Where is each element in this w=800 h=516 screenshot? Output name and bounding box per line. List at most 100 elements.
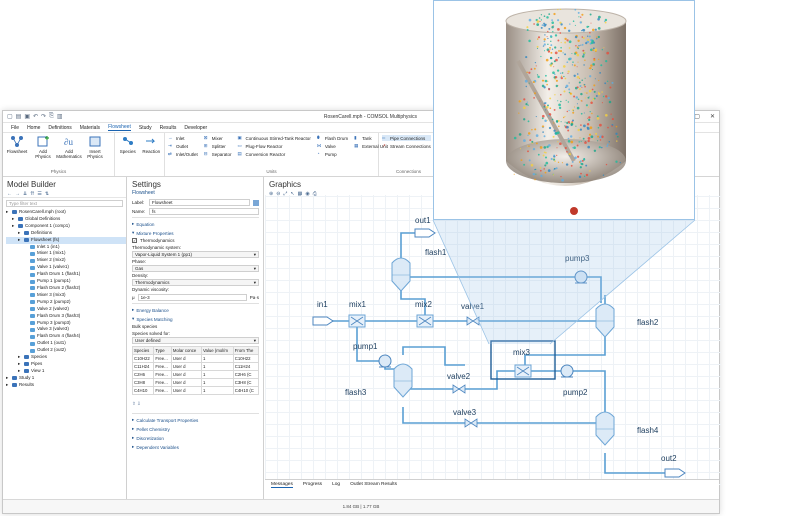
port-out1[interactable]	[414, 228, 436, 238]
table-cell[interactable]: User d	[170, 354, 202, 363]
tree-item[interactable]: Valve 1 (valve1)	[6, 264, 126, 271]
tree-expand-icon[interactable]: ▸	[18, 354, 22, 361]
table-cell[interactable]: User d	[170, 378, 202, 387]
menu-home[interactable]: Home	[27, 125, 40, 131]
tree-expand-icon[interactable]: ▸	[18, 237, 22, 244]
table-header[interactable]: Molar conce	[170, 346, 202, 355]
tree-item[interactable]: ▸ Pipes	[6, 361, 126, 368]
pump-pump3[interactable]	[574, 270, 588, 284]
flash-drum-button[interactable]: ⬮ Flash Drum	[317, 135, 348, 141]
pfr-button[interactable]: ▭ Plug-Flow Reactor	[238, 143, 311, 149]
species-button[interactable]: Species	[118, 135, 138, 154]
section-equation[interactable]: ▸ Equation	[132, 221, 259, 227]
table-cell[interactable]: 1	[200, 354, 234, 363]
tree-expand-icon[interactable]: ▸	[6, 375, 10, 382]
tree-item[interactable]: ▸ RosenCarell.mph (root)	[6, 209, 126, 216]
section-discretization[interactable]: ▸ Discretization	[132, 435, 259, 441]
tree-item[interactable]: Outlet 2 (out2)	[6, 347, 126, 354]
tree-expand-icon[interactable]: ▸	[18, 368, 22, 375]
table-header[interactable]: From The	[232, 346, 260, 355]
tree-item[interactable]: ▸ Study 1	[6, 375, 126, 382]
tree-item[interactable]: ▸ Definitions	[6, 230, 126, 237]
conversion-reactor-button[interactable]: ▤ Conversion Reactor	[238, 151, 311, 157]
tab-outlet-stream-results[interactable]: Outlet Stream Results	[350, 482, 397, 488]
table-cell[interactable]: User d	[170, 386, 202, 395]
phase-select[interactable]: Gas ▾	[132, 265, 259, 272]
table-cell[interactable]: User d	[170, 370, 202, 379]
table-cell[interactable]: Free...	[153, 354, 172, 363]
table-cell[interactable]: User d	[170, 362, 202, 371]
label-field[interactable]: Flowsheet	[149, 199, 250, 206]
table-cell[interactable]: C11H24	[232, 362, 260, 371]
table-header[interactable]: Value (mol/m	[200, 346, 234, 355]
flash-drum-flash1[interactable]	[391, 257, 411, 292]
pump-pump2[interactable]	[560, 364, 574, 378]
close-icon[interactable]: ✕	[710, 113, 715, 120]
pump-button[interactable]: ◔ Pump	[317, 151, 348, 157]
tree-expand-icon[interactable]: ▸	[6, 382, 10, 389]
move-down-icon[interactable]: ⇩	[137, 401, 141, 406]
back-icon[interactable]: ←	[7, 191, 12, 197]
section-energy[interactable]: ▸ Energy Balance	[132, 307, 259, 313]
copy-icon[interactable]: ⎘	[49, 113, 54, 120]
flash-drum-flash4[interactable]	[595, 411, 615, 446]
tree-item[interactable]: Mixer 3 (mix3)	[6, 292, 126, 299]
open-file-icon[interactable]: ▤	[16, 113, 22, 120]
table-cell[interactable]: 1	[200, 370, 234, 379]
viscosity-field[interactable]: 1e-3	[137, 294, 247, 301]
inlet-outlet-button[interactable]: ⇄ Inlet/Outlet	[168, 151, 198, 157]
insert-physics-button[interactable]: Insert Physics	[84, 135, 106, 159]
paste-icon[interactable]: ▥	[57, 113, 63, 120]
tree-expand-icon[interactable]: ▸	[12, 223, 16, 230]
tree-item[interactable]: Mixer 2 (mix2)	[6, 257, 126, 264]
tree-item[interactable]: Outlet 1 (out1)	[6, 340, 126, 347]
tab-messages[interactable]: Messages	[271, 482, 293, 488]
valve-valve3[interactable]	[464, 418, 478, 428]
forward-icon[interactable]: →	[15, 191, 20, 197]
section-mixture[interactable]: ▾ Mixture Properties	[132, 230, 259, 236]
splitter-button[interactable]: ⊞ Splitter	[204, 143, 232, 149]
expand-icon[interactable]: ⇊	[23, 191, 27, 197]
tree-item[interactable]: ▸ View 1	[6, 368, 126, 375]
flash-drum-flash3[interactable]	[393, 363, 413, 398]
thermo-system-select[interactable]: Vapor-Liquid System 1 (pp1) ▾	[132, 251, 259, 258]
sort-icon[interactable]: ⇅	[45, 191, 49, 197]
tree-item[interactable]: ▸ Global Definitions	[6, 216, 126, 223]
thermo-checkbox[interactable]: ✓	[132, 238, 137, 243]
cstr-button[interactable]: ▣ Continuous Stirred-Tank Reactor	[238, 135, 311, 141]
tree-item[interactable]: Valve 3 (valve3)	[6, 326, 126, 333]
table-cell[interactable]: C11H24	[131, 362, 155, 371]
tree-expand-icon[interactable]: ▸	[6, 209, 10, 216]
table-row[interactable]: C2H6 Free... User d 1 C2H6 (C	[131, 370, 260, 379]
valve-valve2[interactable]	[452, 384, 466, 394]
menu-developer[interactable]: Developer	[184, 125, 207, 131]
table-cell[interactable]: 1	[200, 386, 234, 395]
table-cell[interactable]: C4H10 (C	[232, 386, 260, 395]
add-mathematics-button[interactable]: ∂u Add Mathematics	[56, 135, 82, 159]
section-dependent[interactable]: ▸ Dependent Variables	[132, 444, 259, 450]
section-species-matching[interactable]: ▾ Species Matching	[132, 316, 259, 322]
table-cell[interactable]: Free...	[153, 386, 172, 395]
tree-expand-icon[interactable]: ▸	[12, 216, 16, 223]
table-header[interactable]: Type	[153, 346, 172, 355]
tab-progress[interactable]: Progress	[303, 482, 322, 488]
table-cell[interactable]: 1	[200, 362, 234, 371]
tree-item[interactable]: Flash Drum 1 (flash1)	[6, 271, 126, 278]
separator-button[interactable]: ⊟ Separator	[204, 151, 232, 157]
tree-item[interactable]: Valve 2 (valve2)	[6, 306, 126, 313]
tree-item[interactable]: ▸ Results	[6, 382, 126, 389]
port-out2[interactable]	[664, 468, 686, 478]
outlet-button[interactable]: ⇥ Outlet	[168, 143, 198, 149]
tree-item[interactable]: Flash Drum 4 (flash4)	[6, 333, 126, 340]
table-row[interactable]: C4H10 Free... User d 1 C4H10 (C	[131, 386, 260, 395]
valve-button[interactable]: ⋈ Valve	[317, 143, 348, 149]
tree-item[interactable]: Pump 1 (pump1)	[6, 278, 126, 285]
table-cell[interactable]: 1	[200, 378, 234, 387]
add-physics-button[interactable]: Add Physics	[32, 135, 54, 159]
flash-drum-flash2[interactable]	[595, 303, 615, 338]
menu-file[interactable]: File	[11, 125, 19, 131]
menu-materials[interactable]: Materials	[80, 125, 100, 131]
stream-connections-button[interactable]: ↗ Stream Connections	[382, 143, 431, 149]
density-select[interactable]: Thermodynamics ▾	[132, 279, 259, 286]
name-field[interactable]: fs	[149, 208, 259, 215]
